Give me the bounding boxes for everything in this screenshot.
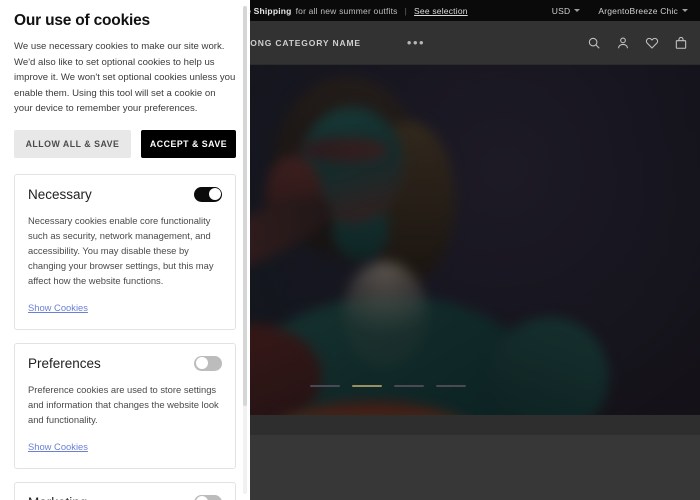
category-description: Preference cookies are used to store set… xyxy=(28,383,219,425)
category-header: Preferences xyxy=(28,355,222,371)
app-root: Free Shipping for all new summer outfits… xyxy=(0,0,700,500)
carousel-indicator-3[interactable] xyxy=(394,385,424,387)
brand-label: ArgentoBreeze Chic xyxy=(598,5,678,16)
promo-separator: | xyxy=(404,5,408,16)
cookie-panel-scrollbar[interactable] xyxy=(243,6,247,494)
brand-selector[interactable]: ArgentoBreeze Chic xyxy=(598,6,688,16)
chevron-down-icon xyxy=(682,9,688,12)
cookie-category-necessary: Necessary Necessary cookies enable core … xyxy=(14,173,236,330)
shopping-bag-icon[interactable] xyxy=(674,36,688,50)
cookie-category-preferences: Preferences Preference cookies are used … xyxy=(14,342,236,469)
scrollbar-thumb[interactable] xyxy=(243,6,247,406)
wishlist-heart-icon[interactable] xyxy=(645,36,659,50)
cookie-category-marketing: Marketing Marketing cookies help us prov… xyxy=(14,481,236,500)
currency-label: USD xyxy=(551,5,571,16)
cookie-panel-scroll-area: Our use of cookies We use necessary cook… xyxy=(0,0,250,500)
show-cookies-link[interactable]: Show Cookies xyxy=(28,302,88,313)
search-icon[interactable] xyxy=(587,36,601,50)
category-name: Necessary xyxy=(28,186,92,202)
nav-overflow-button[interactable]: ••• xyxy=(407,36,425,49)
see-selection-link[interactable]: See selection xyxy=(414,6,468,16)
promo-body-text: for all new summer outfits xyxy=(295,5,398,16)
allow-all-and-save-button[interactable]: ALLOW ALL & SAVE xyxy=(14,129,131,158)
preferences-toggle[interactable] xyxy=(194,355,222,371)
carousel-indicators[interactable] xyxy=(310,385,466,387)
carousel-indicator-1[interactable] xyxy=(310,385,340,387)
cookie-consent-panel: Our use of cookies We use necessary cook… xyxy=(0,0,250,500)
show-cookies-link[interactable]: Show Cookies xyxy=(28,441,88,452)
chevron-down-icon xyxy=(574,9,581,12)
accept-and-save-button[interactable]: ACCEPT & SAVE xyxy=(141,129,236,158)
account-icon[interactable] xyxy=(616,36,630,50)
cookie-panel-actions: ALLOW ALL & SAVE ACCEPT & SAVE xyxy=(14,129,236,158)
promo-utilities: USD ArgentoBreeze Chic xyxy=(552,6,688,16)
category-description: Necessary cookies enable core functional… xyxy=(28,214,214,286)
carousel-indicator-2[interactable] xyxy=(352,385,382,387)
cookie-panel-intro: We use necessary cookies to make our sit… xyxy=(14,41,236,114)
currency-selector[interactable]: USD xyxy=(552,6,581,16)
carousel-indicator-4[interactable] xyxy=(436,385,466,387)
category-name: Preferences xyxy=(28,355,101,371)
category-name: Marketing xyxy=(28,495,87,500)
necessary-toggle[interactable] xyxy=(194,186,222,202)
category-header: Marketing xyxy=(28,494,222,500)
nav-icon-group xyxy=(587,36,688,50)
category-header: Necessary xyxy=(28,186,222,202)
marketing-toggle[interactable] xyxy=(194,494,222,500)
cookie-panel-title: Our use of cookies xyxy=(14,12,150,29)
